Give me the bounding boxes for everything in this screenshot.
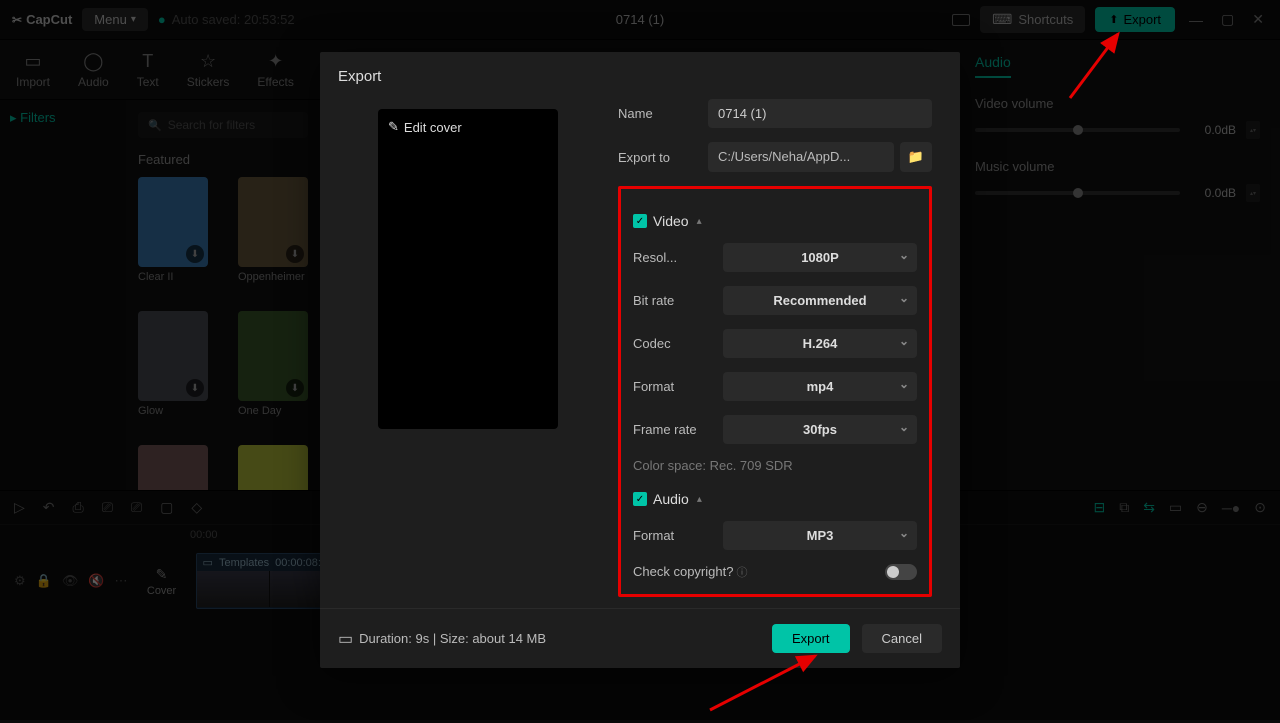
cover-preview: Edit cover xyxy=(378,109,558,429)
name-input[interactable] xyxy=(708,99,932,128)
copyright-toggle[interactable] xyxy=(885,564,917,580)
resolution-label: Resol... xyxy=(633,250,711,265)
name-label: Name xyxy=(618,106,696,121)
modal-title: Export xyxy=(320,52,960,95)
framerate-dropdown[interactable]: 30fps xyxy=(723,415,917,444)
export-settings-highlight: Video Resol...1080P Bit rateRecommended … xyxy=(618,186,932,597)
resolution-dropdown[interactable]: 1080P xyxy=(723,243,917,272)
color-space-note: Color space: Rec. 709 SDR xyxy=(633,458,917,473)
format-label: Format xyxy=(633,379,711,394)
audio-checkbox[interactable] xyxy=(633,492,647,506)
bitrate-dropdown[interactable]: Recommended xyxy=(723,286,917,315)
export-confirm-button[interactable]: Export xyxy=(772,624,850,653)
cancel-button[interactable]: Cancel xyxy=(862,624,942,653)
framerate-label: Frame rate xyxy=(633,422,711,437)
format-dropdown[interactable]: mp4 xyxy=(723,372,917,401)
copyright-label: Check copyright? xyxy=(633,564,748,580)
codec-label: Codec xyxy=(633,336,711,351)
video-section-toggle[interactable]: Video xyxy=(633,213,917,229)
export-path: C:/Users/Neha/AppD... xyxy=(708,142,894,172)
codec-dropdown[interactable]: H.264 xyxy=(723,329,917,358)
edit-cover-button[interactable]: Edit cover xyxy=(388,119,462,135)
bitrate-label: Bit rate xyxy=(633,293,711,308)
audio-section-toggle[interactable]: Audio xyxy=(633,491,917,507)
export-to-label: Export to xyxy=(618,150,696,165)
audio-format-dropdown[interactable]: MP3 xyxy=(723,521,917,550)
browse-folder-button[interactable]: 📁 xyxy=(900,142,932,172)
video-checkbox[interactable] xyxy=(633,214,647,228)
export-info: Duration: 9s | Size: about 14 MB xyxy=(338,629,546,649)
export-modal: Export Edit cover Name Export to C:/User… xyxy=(320,52,960,668)
audio-format-label: Format xyxy=(633,528,711,543)
